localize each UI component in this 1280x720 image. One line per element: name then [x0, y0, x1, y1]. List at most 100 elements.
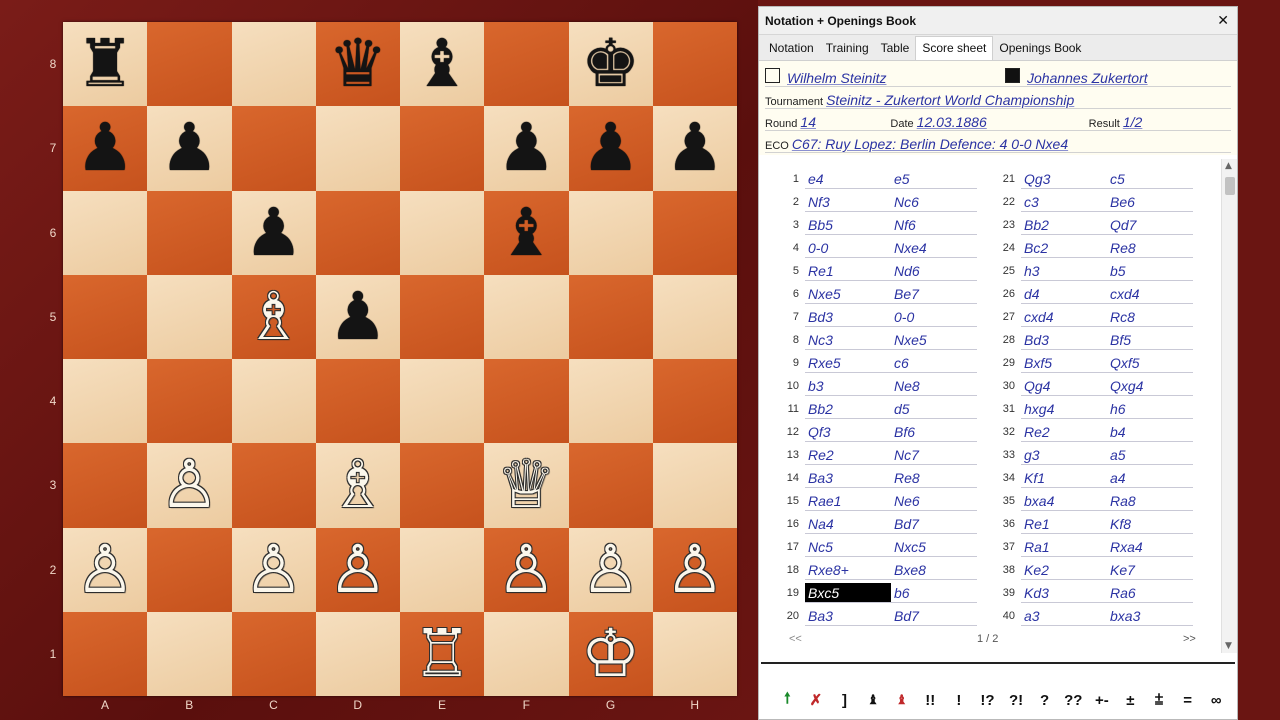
equal-button[interactable]: = — [1173, 692, 1202, 709]
white-move[interactable]: Qg3 — [1021, 169, 1107, 189]
square-b5[interactable] — [147, 274, 232, 359]
white-move[interactable]: e4 — [805, 169, 891, 189]
white-queen-icon[interactable]: ♕ — [497, 452, 556, 518]
white-bishop-icon[interactable]: ♗ — [244, 283, 303, 350]
black-move[interactable]: Rxa4 — [1107, 537, 1193, 557]
square-g3[interactable] — [568, 443, 653, 528]
white-winning-button[interactable]: +- — [1088, 692, 1117, 709]
tournament-value[interactable]: Steinitz - Zukertort World Championship — [826, 92, 1074, 108]
white-pawn-icon[interactable]: ♙ — [76, 536, 135, 603]
black-move[interactable]: Be7 — [891, 284, 977, 304]
white-move[interactable]: Nf3 — [805, 192, 891, 212]
result-value[interactable]: 1/2 — [1123, 114, 1142, 130]
white-move[interactable]: Re1 — [1021, 514, 1107, 534]
square-d7[interactable] — [315, 106, 400, 191]
square-h7[interactable]: ♟ — [652, 106, 737, 191]
scrollbar[interactable]: ▲ ▼ — [1221, 159, 1237, 653]
black-move[interactable]: Re8 — [1107, 238, 1193, 258]
black-move[interactable]: b4 — [1107, 422, 1193, 442]
square-c8[interactable] — [231, 22, 316, 107]
white-move[interactable]: b3 — [805, 376, 891, 396]
square-e6[interactable] — [400, 190, 485, 275]
brilliant-move-button[interactable]: !! — [916, 692, 945, 709]
black-move[interactable]: Rc8 — [1107, 307, 1193, 327]
white-move[interactable]: Nc3 — [805, 330, 891, 350]
white-move[interactable]: Rxe5 — [805, 353, 891, 373]
square-d2[interactable]: ♙ — [315, 527, 400, 612]
black-move[interactable]: Bxe8 — [891, 560, 977, 580]
square-a5[interactable] — [63, 274, 148, 359]
black-queen-icon[interactable]: ♛ — [328, 31, 387, 97]
white-pawn-icon[interactable]: ♙ — [497, 536, 556, 603]
black-move[interactable]: b6 — [891, 583, 977, 603]
good-move-button[interactable]: ! — [945, 692, 974, 709]
square-b8[interactable] — [147, 22, 232, 107]
white-player[interactable]: Wilhelm Steinitz — [787, 70, 1005, 86]
black-pawn-icon[interactable]: ♟ — [665, 115, 724, 181]
pager-prev-button[interactable]: << — [789, 633, 802, 645]
square-d5[interactable]: ♟ — [315, 274, 400, 359]
square-c4[interactable] — [231, 359, 316, 444]
square-a7[interactable]: ♟ — [63, 106, 148, 191]
white-rook-icon[interactable]: ♖ — [413, 620, 472, 687]
square-e7[interactable] — [400, 106, 485, 191]
square-c3[interactable] — [231, 443, 316, 528]
interesting-move-button[interactable]: !? — [973, 692, 1002, 709]
white-move[interactable]: Bxf5 — [1021, 353, 1107, 373]
square-a8[interactable]: ♜ — [63, 22, 148, 107]
round-value[interactable]: 14 — [800, 114, 890, 130]
close-icon[interactable]: ✕ — [1217, 12, 1229, 29]
square-g4[interactable] — [568, 359, 653, 444]
square-b1[interactable] — [147, 611, 232, 696]
square-g2[interactable]: ♙ — [568, 527, 653, 612]
black-move[interactable]: Nxe4 — [891, 238, 977, 258]
tab-training[interactable]: Training — [820, 37, 875, 60]
black-move[interactable]: bxa3 — [1107, 606, 1193, 626]
chess-board[interactable]: ♜ ♛ ♝ ♚ ♟ ♟ ♟ ♟ ♟ ♟ ♝ ♗ ♟ ♙ ♗ ♕ ♙ ♙ ♙ ♙ ♙ ♙ ♖ ♔ — [63, 22, 737, 696]
black-move[interactable]: c5 — [1107, 169, 1193, 189]
black-rook-icon[interactable]: ♜ — [76, 31, 135, 97]
white-move[interactable]: Re2 — [805, 445, 891, 465]
dubious-move-button[interactable]: ?! — [1002, 692, 1031, 709]
black-move[interactable]: Nxe5 — [891, 330, 977, 350]
white-pawn-icon[interactable]: ♙ — [665, 536, 724, 603]
black-move[interactable]: Ke7 — [1107, 560, 1193, 580]
black-move[interactable]: Qxf5 — [1107, 353, 1193, 373]
square-d1[interactable] — [315, 611, 400, 696]
white-move[interactable]: Bb2 — [1021, 215, 1107, 235]
black-move[interactable]: Bd7 — [891, 606, 977, 626]
square-h5[interactable] — [652, 274, 737, 359]
square-f2[interactable]: ♙ — [484, 527, 569, 612]
scroll-down-icon[interactable]: ▼ — [1225, 641, 1232, 651]
red-piece-icon[interactable]: ♝ — [887, 692, 916, 708]
black-move[interactable]: Nd6 — [891, 261, 977, 281]
square-f1[interactable] — [484, 611, 569, 696]
black-player[interactable]: Johannes Zukertort — [1027, 70, 1148, 86]
square-g8[interactable]: ♚ — [568, 22, 653, 107]
black-move[interactable]: 0-0 — [891, 307, 977, 327]
black-move[interactable]: a5 — [1107, 445, 1193, 465]
square-d8[interactable]: ♛ — [315, 22, 400, 107]
square-e5[interactable] — [400, 274, 485, 359]
black-move[interactable]: Kf8 — [1107, 514, 1193, 534]
white-move[interactable]: Bb5 — [805, 215, 891, 235]
square-g1[interactable]: ♔ — [568, 611, 653, 696]
mistake-button[interactable]: ? — [1030, 692, 1059, 709]
square-e8[interactable]: ♝ — [400, 22, 485, 107]
white-move[interactable]: Kf1 — [1021, 468, 1107, 488]
white-move[interactable]: Re1 — [805, 261, 891, 281]
black-move[interactable]: Bf6 — [891, 422, 977, 442]
square-e1[interactable]: ♖ — [400, 611, 485, 696]
white-move[interactable]: Qf3 — [805, 422, 891, 442]
black-move[interactable]: a4 — [1107, 468, 1193, 488]
white-move[interactable]: Ba3 — [805, 468, 891, 488]
bracket-icon[interactable]: ] — [830, 692, 859, 709]
white-move[interactable]: Na4 — [805, 514, 891, 534]
square-h4[interactable] — [652, 359, 737, 444]
tab-notation[interactable]: Notation — [763, 37, 820, 60]
white-move[interactable]: h3 — [1021, 261, 1107, 281]
black-pawn-icon[interactable]: ♟ — [328, 283, 387, 350]
square-b6[interactable] — [147, 190, 232, 275]
square-g7[interactable]: ♟ — [568, 106, 653, 191]
square-d4[interactable] — [315, 359, 400, 444]
